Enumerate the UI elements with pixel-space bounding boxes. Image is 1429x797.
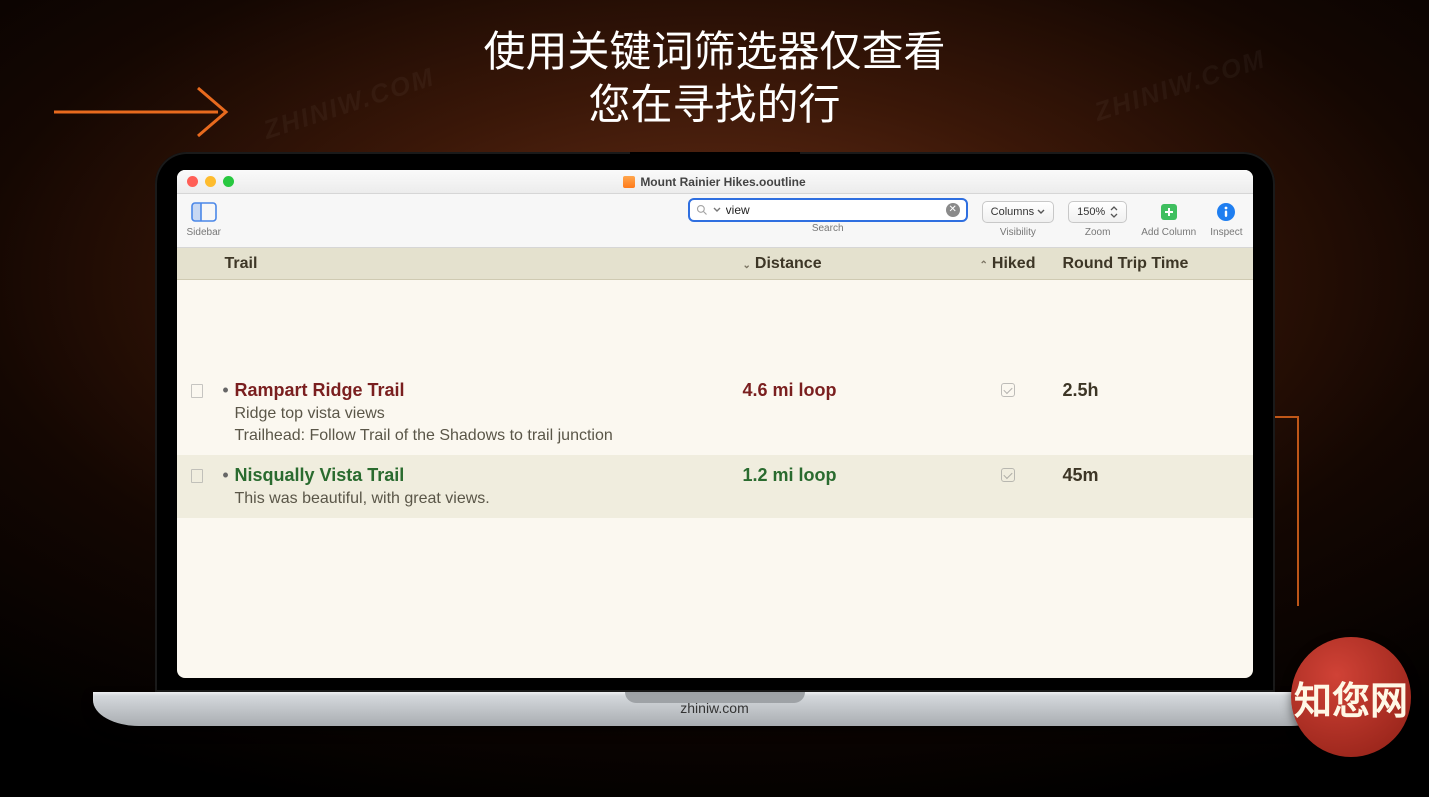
stepper-arrows-icon [1110, 205, 1118, 219]
search-icon [696, 204, 708, 216]
row-note-line: This was beautiful, with great views. [235, 490, 733, 508]
footer-url: zhiniw.com [93, 700, 1337, 716]
column-header-trail[interactable]: Trail [217, 255, 743, 273]
column-header-distance-text: Distance [755, 255, 822, 272]
zoom-label: Zoom [1085, 227, 1111, 238]
row-distance[interactable]: 1.2 mi loop [743, 465, 953, 486]
visibility-label: Visibility [1000, 227, 1036, 238]
info-icon [1216, 202, 1236, 222]
laptop-base: zhiniw.com [93, 692, 1337, 726]
app-window: Mount Rainier Hikes.ooutline Sidebar [177, 170, 1253, 678]
hiked-checkbox[interactable] [1001, 468, 1015, 482]
minimize-window-button[interactable] [205, 176, 216, 187]
clear-search-button[interactable]: ✕ [946, 203, 960, 217]
hiked-checkbox[interactable] [1001, 383, 1015, 397]
sort-indicator-icon: ⌄ [743, 260, 751, 271]
sidebar-toggle-label: Sidebar [187, 227, 221, 238]
row-distance[interactable]: 4.6 mi loop [743, 380, 953, 401]
promo-headline: 使用关键词筛选器仅查看 您在寻找的行 [0, 26, 1429, 131]
zoom-value: 150% [1077, 206, 1105, 218]
column-header-hiked[interactable]: ⌃ Hiked [953, 255, 1063, 273]
outline-row[interactable]: • Nisqually Vista Trail This was beautif… [177, 455, 1253, 518]
toolbar: Sidebar ✕ Search [177, 194, 1253, 248]
search-group: ✕ Search [688, 198, 968, 234]
site-badge: 知您网 [1291, 637, 1411, 757]
search-input[interactable] [726, 203, 941, 217]
column-header-hiked-text: Hiked [992, 255, 1036, 272]
row-time[interactable]: 2.5h [1063, 380, 1253, 401]
column-header-row: Trail ⌄ Distance ⌃ Hiked Round Trip Time [177, 248, 1253, 280]
headline-line-2: 您在寻找的行 [0, 79, 1429, 132]
outline-row[interactable]: • Rampart Ridge Trail Ridge top vista vi… [177, 370, 1253, 455]
row-title[interactable]: Nisqually Vista Trail [235, 465, 733, 486]
row-note-line: Ridge top vista views [235, 405, 733, 423]
add-column-button[interactable]: Add Column [1141, 198, 1196, 238]
visibility-menu[interactable]: Columns Visibility [982, 198, 1054, 238]
headline-line-1: 使用关键词筛选器仅查看 [0, 26, 1429, 79]
chevron-down-icon [713, 206, 721, 214]
window-titlebar: Mount Rainier Hikes.ooutline [177, 170, 1253, 194]
add-column-label: Add Column [1141, 227, 1196, 238]
inspect-button[interactable]: Inspect [1210, 198, 1242, 238]
visibility-button-text: Columns [991, 206, 1034, 218]
row-time[interactable]: 45m [1063, 465, 1253, 486]
window-controls [187, 176, 234, 187]
document-title: Mount Rainier Hikes.ooutline [177, 175, 1253, 189]
sidebar-icon [191, 202, 217, 222]
column-header-roundtrip[interactable]: Round Trip Time [1063, 255, 1253, 273]
note-icon[interactable] [191, 469, 203, 483]
row-bullet: • [217, 380, 235, 400]
sidebar-toggle[interactable]: Sidebar [187, 198, 221, 238]
row-title[interactable]: Rampart Ridge Trail [235, 380, 733, 401]
row-note-line: Trailhead: Follow Trail of the Shadows t… [235, 427, 733, 445]
chevron-down-icon [1037, 208, 1045, 216]
note-icon[interactable] [191, 384, 203, 398]
column-header-distance[interactable]: ⌄ Distance [743, 255, 953, 273]
document-icon [623, 176, 635, 188]
search-field[interactable]: ✕ [688, 198, 968, 222]
sort-indicator-icon: ⌃ [980, 260, 988, 271]
laptop-frame: Mount Rainier Hikes.ooutline Sidebar [155, 152, 1275, 726]
inspect-label: Inspect [1210, 227, 1242, 238]
search-label: Search [812, 223, 844, 234]
laptop-notch [630, 152, 800, 170]
site-badge-text: 知您网 [1294, 670, 1408, 725]
close-window-button[interactable] [187, 176, 198, 187]
zoom-window-button[interactable] [223, 176, 234, 187]
document-title-text: Mount Rainier Hikes.ooutline [640, 175, 805, 189]
outline-body: • Rampart Ridge Trail Ridge top vista vi… [177, 280, 1253, 518]
zoom-stepper[interactable]: 150% Zoom [1068, 198, 1127, 238]
add-column-icon [1158, 201, 1180, 223]
row-bullet: • [217, 465, 235, 485]
